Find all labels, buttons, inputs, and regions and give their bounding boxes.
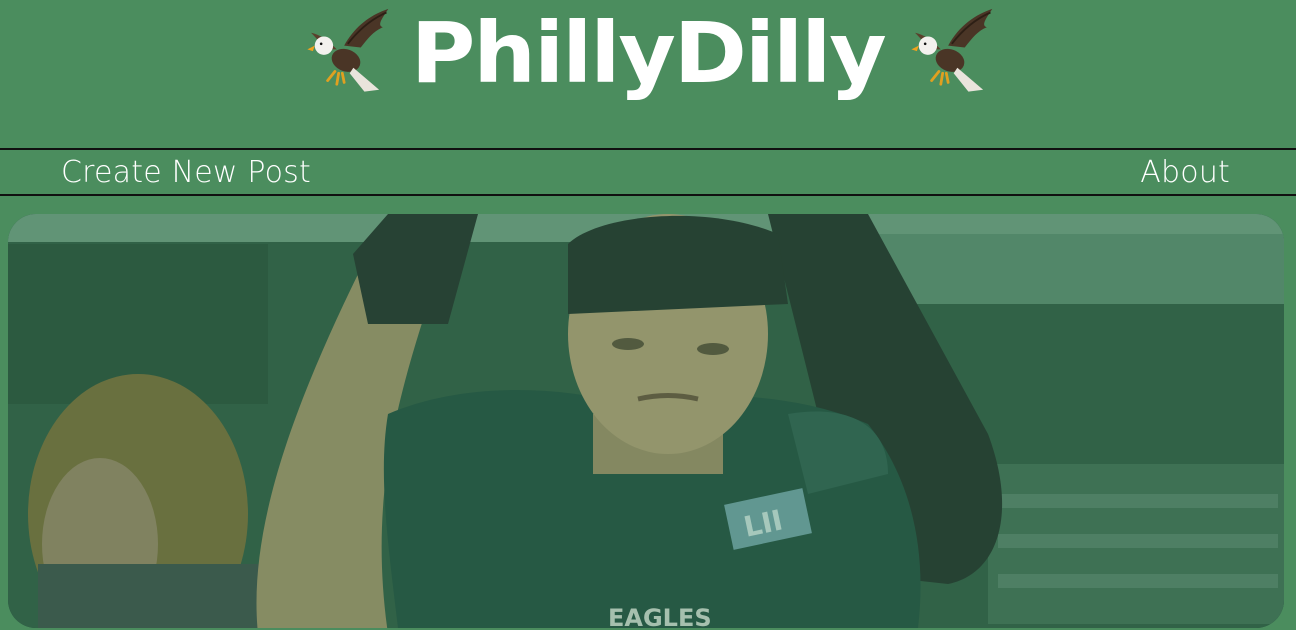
- hero-photo: LII EAGLES: [8, 214, 1284, 628]
- eagle-icon: [307, 8, 389, 92]
- site-title[interactable]: PhillyDilly: [411, 11, 887, 95]
- about-link[interactable]: About: [1140, 150, 1230, 194]
- site-header: PhillyDilly: [0, 0, 1296, 148]
- jersey-wordmark: EAGLES: [608, 604, 712, 628]
- hero-image: LII EAGLES: [8, 214, 1284, 628]
- title-row: PhillyDilly: [0, 0, 1296, 105]
- main-nav: Create New Post About: [0, 148, 1296, 196]
- create-new-post-link[interactable]: Create New Post: [61, 150, 311, 194]
- eagle-icon: [911, 8, 993, 92]
